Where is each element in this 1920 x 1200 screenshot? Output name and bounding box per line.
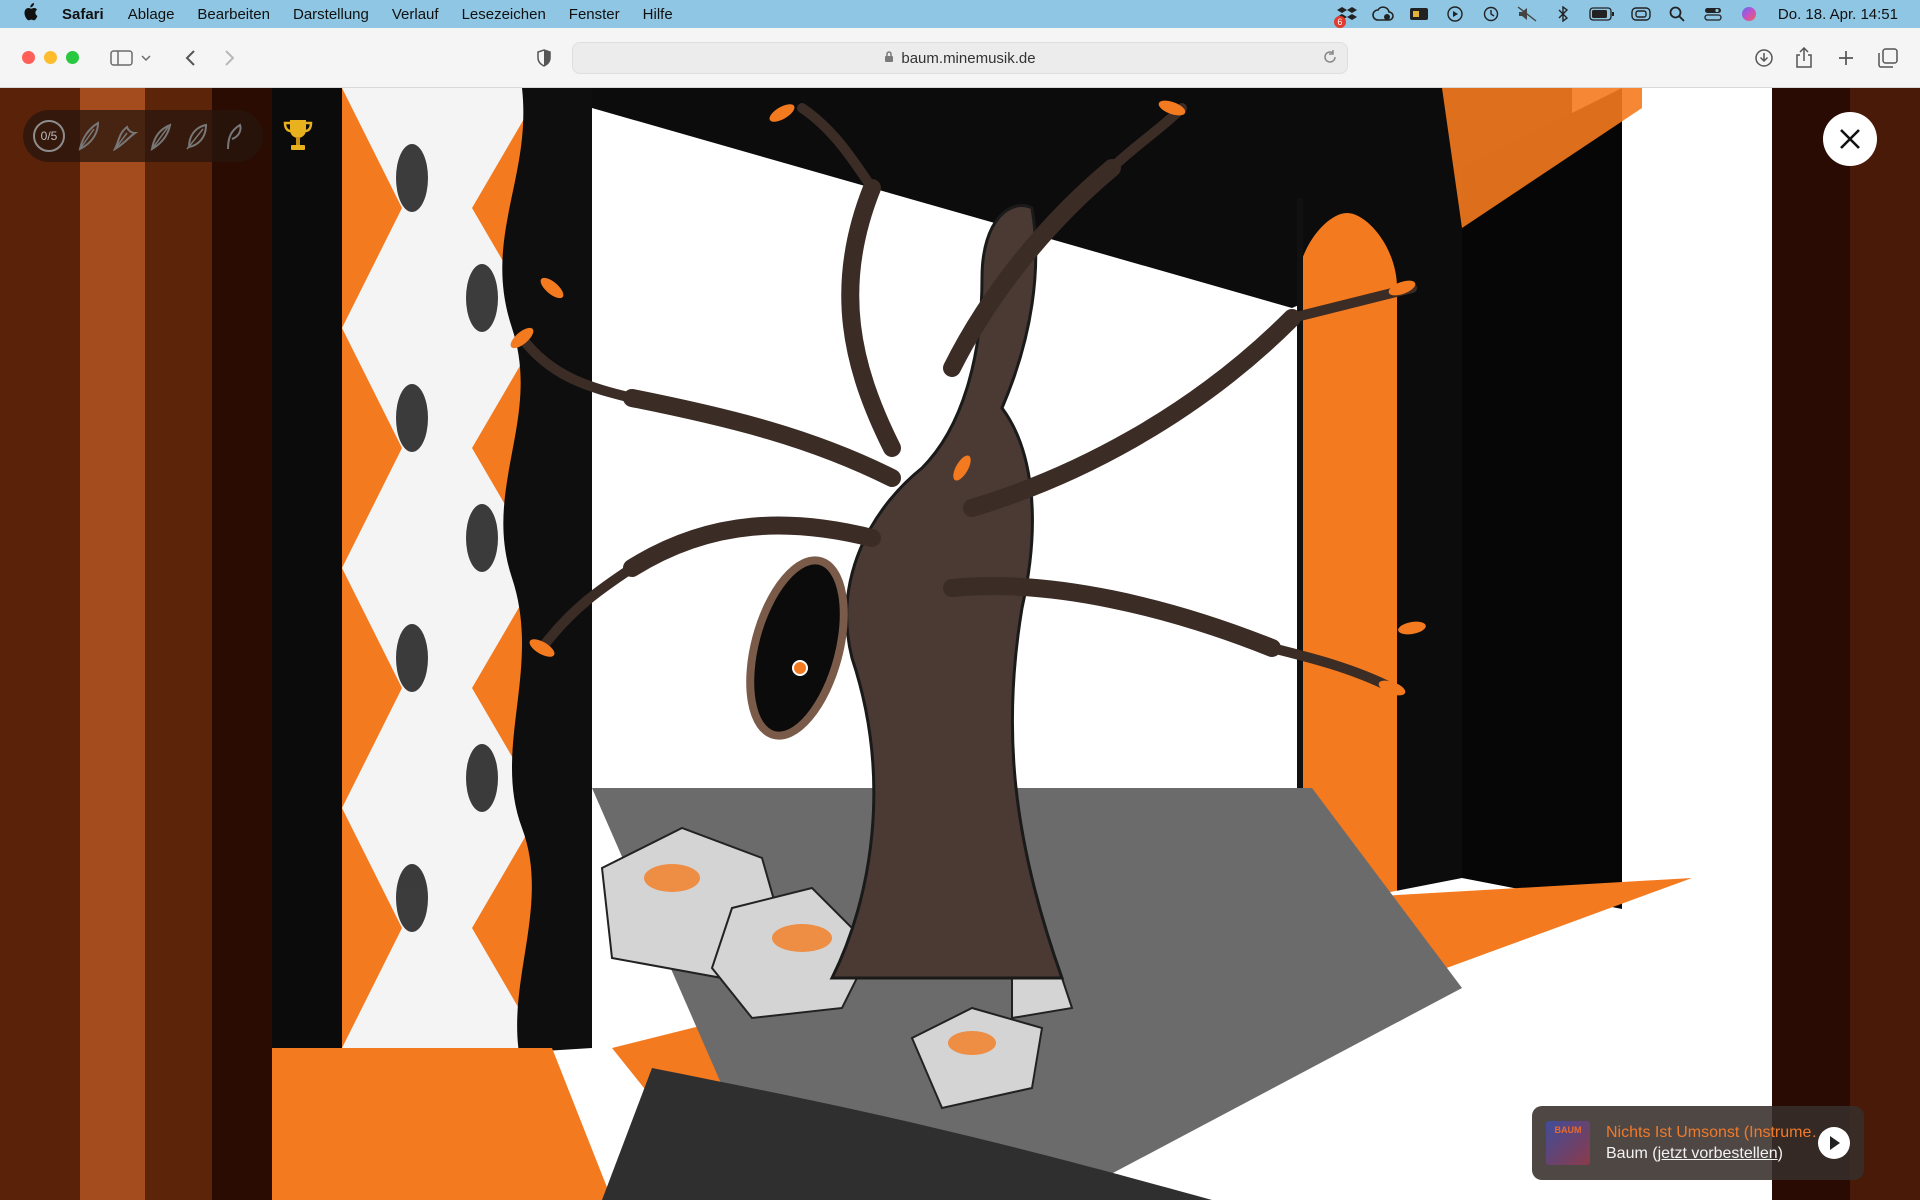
play-icon (1830, 1136, 1840, 1150)
album-art: BAUM (1546, 1121, 1590, 1165)
window-controls (22, 51, 88, 64)
leaf-counter: 0/5 (33, 120, 65, 152)
close-icon (1840, 129, 1860, 149)
track-title: Nichts Ist Umsonst (Instrumental) (1606, 1123, 1818, 1141)
artist-name: Baum (1606, 1144, 1648, 1162)
lock-icon (884, 50, 894, 66)
forward-button[interactable] (216, 44, 244, 72)
close-window-button[interactable] (22, 51, 35, 64)
siri-icon[interactable] (1738, 6, 1760, 22)
privacy-shield-icon[interactable] (530, 44, 558, 72)
menu-bar: Safari Ablage Bearbeiten Darstellung Ver… (0, 0, 1920, 28)
leaf-3-icon (143, 118, 179, 154)
leaf-4-icon (179, 118, 215, 154)
menubar-clock[interactable]: Do. 18. Apr. 14:51 (1778, 6, 1898, 23)
notification-badge: 6 (1333, 16, 1346, 28)
minimize-window-button[interactable] (44, 51, 57, 64)
cloud-sync-icon[interactable] (1372, 6, 1394, 22)
bluetooth-icon[interactable] (1552, 6, 1574, 22)
tab-overview-button[interactable] (1874, 44, 1902, 72)
control-center-icon[interactable] (1702, 6, 1724, 22)
play-button[interactable] (1818, 1127, 1850, 1159)
menu-hilfe[interactable]: Hilfe (643, 6, 673, 23)
close-button[interactable] (1823, 112, 1877, 166)
dropbox-icon[interactable]: 6 (1333, 6, 1358, 28)
mute-icon[interactable] (1516, 6, 1538, 22)
downloads-button[interactable] (1750, 44, 1778, 72)
track-artist-line: Baum (jetzt vorbestellen) (1606, 1145, 1818, 1163)
menu-app-safari[interactable]: Safari (62, 6, 104, 23)
menu-fenster[interactable]: Fenster (569, 6, 620, 23)
app-icon[interactable] (1408, 6, 1430, 22)
battery-icon[interactable] (1588, 6, 1616, 22)
music-player: BAUM Nichts Ist Umsonst (Instrumental) B… (1532, 1106, 1864, 1180)
play-icon[interactable] (1444, 6, 1466, 22)
leaf-1-icon (71, 118, 107, 154)
address-bar[interactable]: baum.minemusik.de (572, 42, 1348, 74)
trophy-icon[interactable] (282, 118, 314, 154)
zoom-window-button[interactable] (66, 51, 79, 64)
url-text: baum.minemusik.de (901, 49, 1036, 67)
hidden-leaf-hotspot (792, 660, 808, 676)
new-tab-button[interactable] (1832, 44, 1860, 72)
leaf-2-icon (107, 118, 143, 154)
menu-darstellung[interactable]: Darstellung (293, 6, 369, 23)
search-icon[interactable] (1666, 6, 1688, 22)
sidebar-toggle-button[interactable] (108, 44, 156, 72)
screen-mirroring-icon[interactable] (1630, 6, 1652, 22)
browser-toolbar: baum.minemusik.de (0, 28, 1920, 88)
leaf-5-icon (215, 118, 251, 154)
artist-link-prefix: ( (1647, 1144, 1658, 1162)
back-button[interactable] (176, 44, 204, 72)
apple-icon[interactable] (22, 2, 42, 26)
menu-ablage[interactable]: Ablage (128, 6, 175, 23)
artist-link-suffix: ) (1777, 1144, 1783, 1162)
reload-icon[interactable] (1323, 49, 1337, 69)
share-button[interactable] (1790, 44, 1818, 72)
menu-lesezeichen[interactable]: Lesezeichen (462, 6, 546, 23)
menu-verlauf[interactable]: Verlauf (392, 6, 439, 23)
leaf-collection-bar: 0/5 (23, 110, 263, 162)
time-machine-icon[interactable] (1480, 6, 1502, 22)
menu-bearbeiten[interactable]: Bearbeiten (197, 6, 270, 23)
web-content: 0/5 BAUM Nichts Ist Umsonst (Instrumenta… (0, 88, 1920, 1200)
preorder-link[interactable]: jetzt vorbestellen (1658, 1145, 1778, 1162)
tree-illustration[interactable] (272, 88, 1772, 1200)
